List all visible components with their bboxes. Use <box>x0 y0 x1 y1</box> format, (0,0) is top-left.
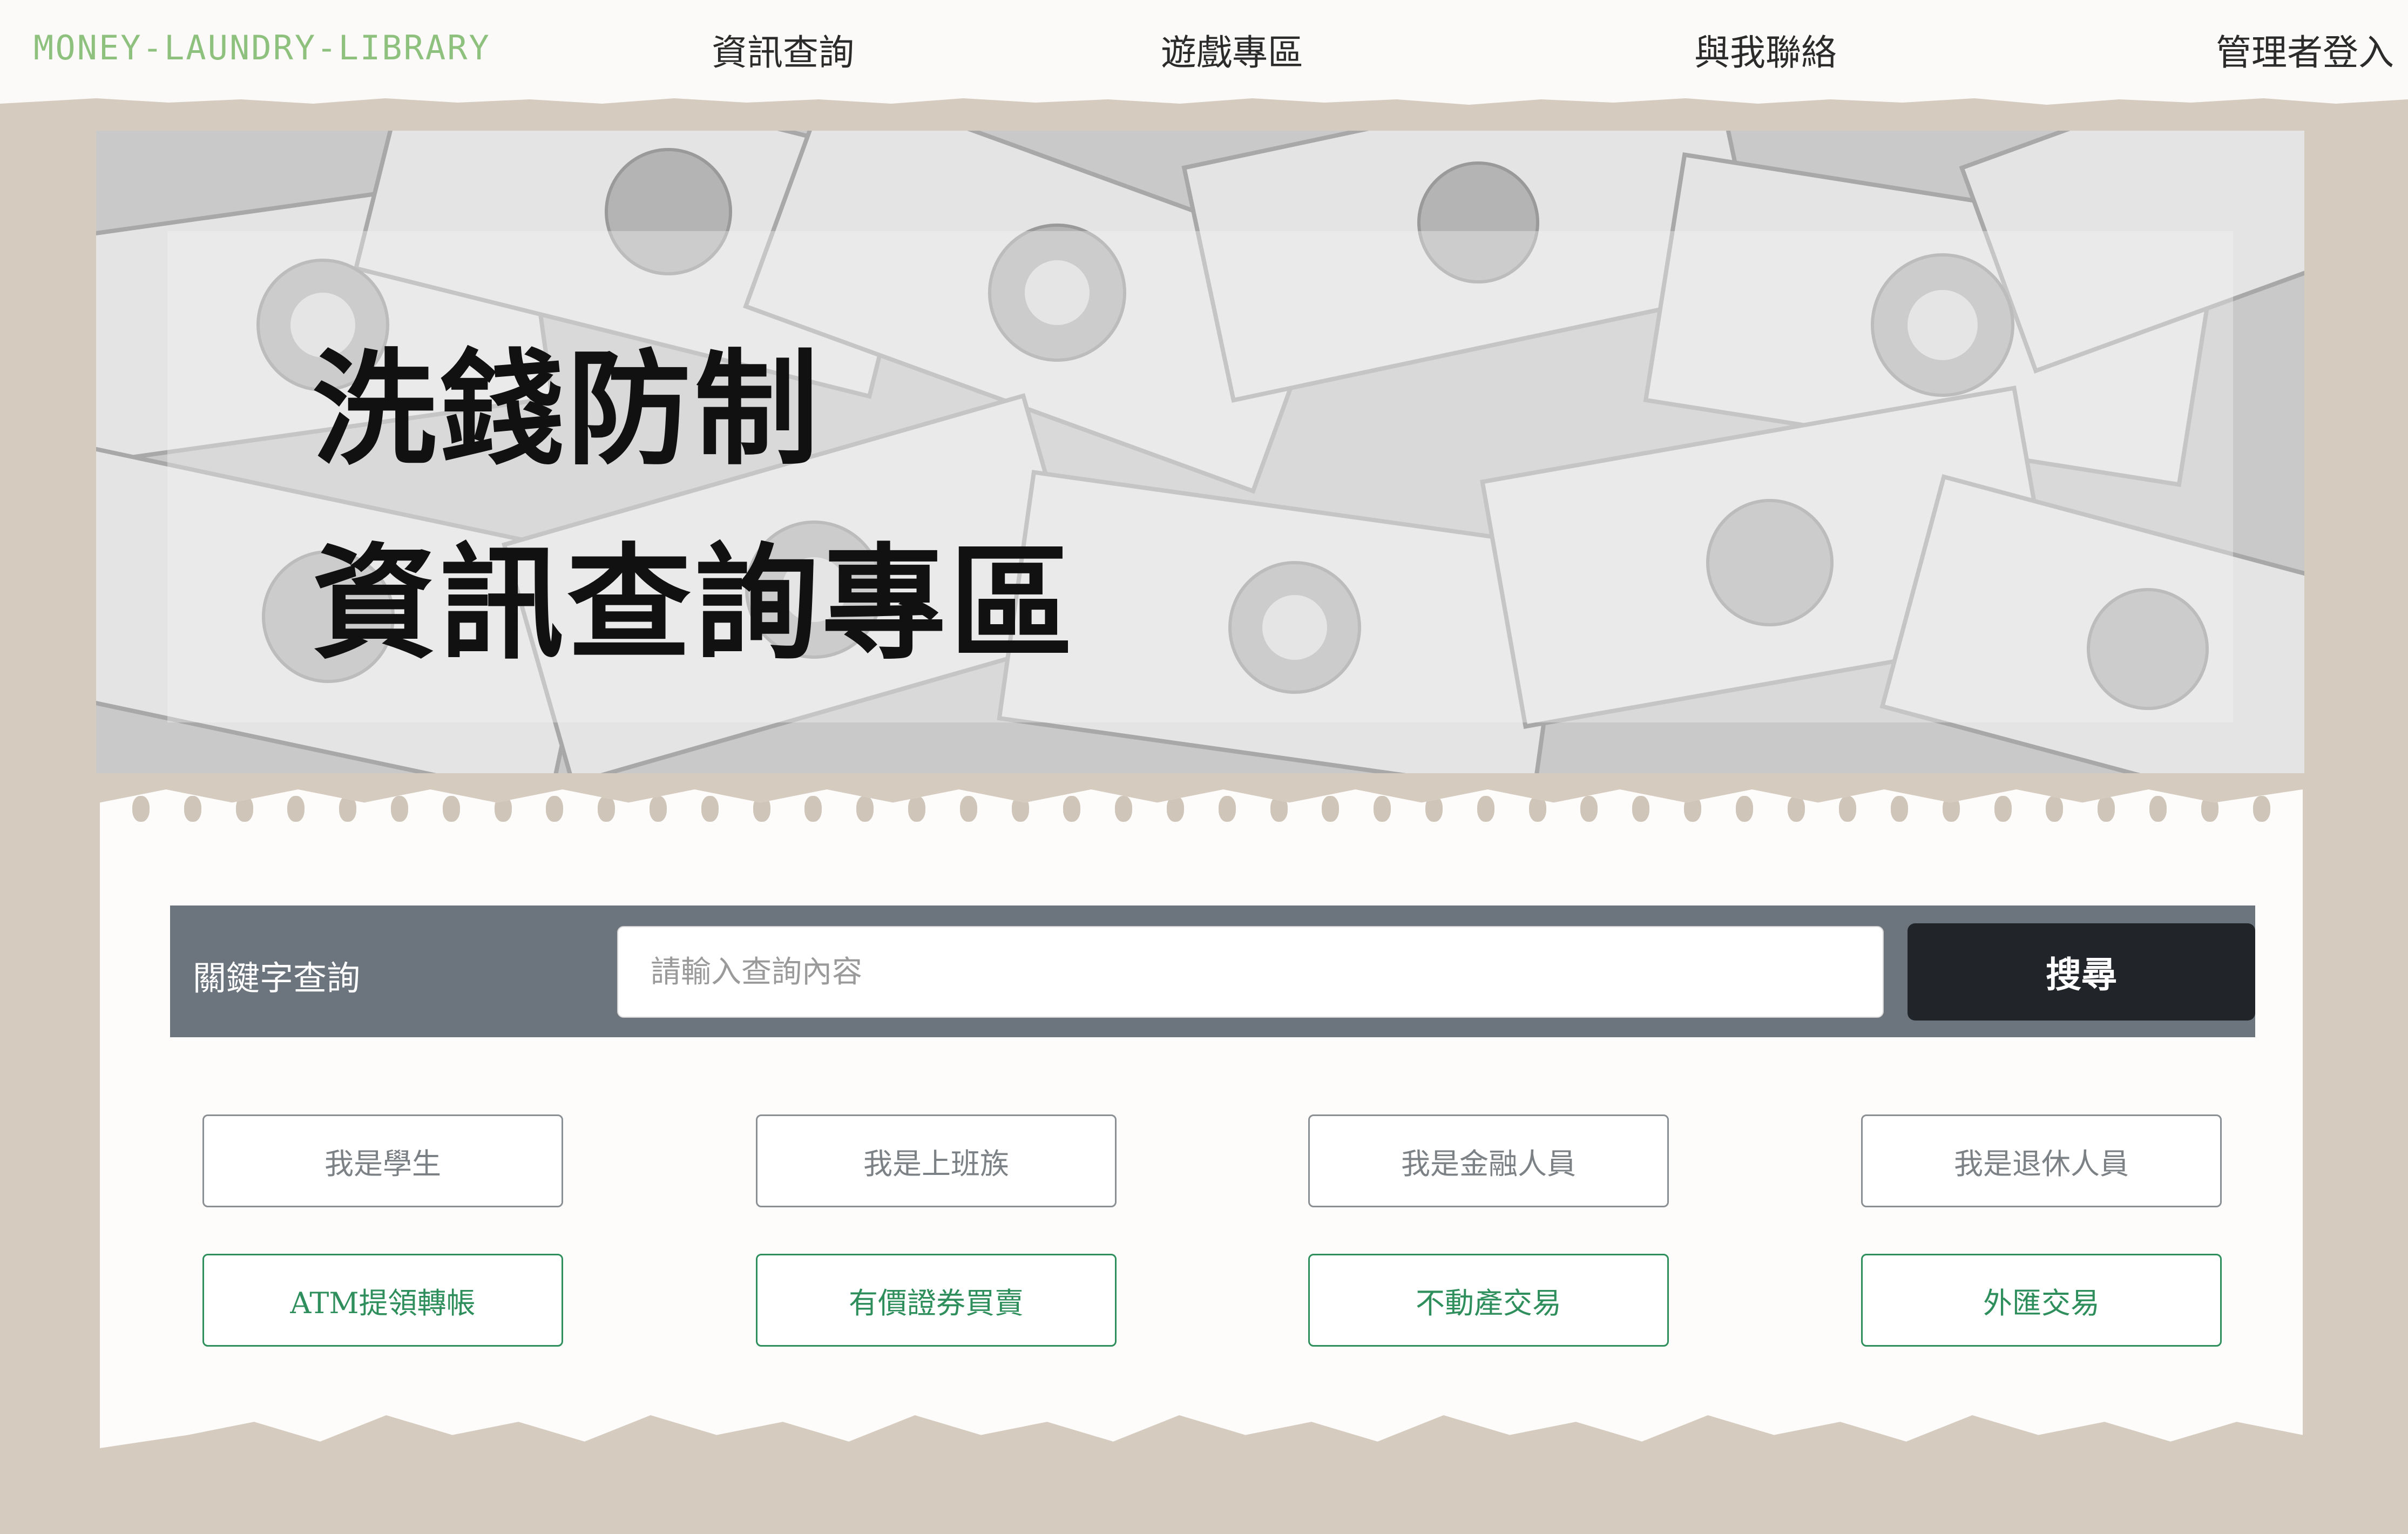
paper-punch-holes <box>132 796 2270 834</box>
search-input[interactable] <box>617 926 1884 1018</box>
top-nav: MONEY-LAUNDRY-LIBRARY 資訊查詢 遊戲專區 與我聯絡 管理者… <box>0 0 2408 105</box>
brand-logo[interactable]: MONEY-LAUNDRY-LIBRARY <box>33 28 491 67</box>
nav-link-info-search[interactable]: 資訊查詢 <box>712 24 854 76</box>
nav-link-games[interactable]: 遊戲專區 <box>1161 24 1303 76</box>
topic-button-real-estate[interactable]: 不動產交易 <box>1308 1254 1669 1347</box>
hero-title-line2: 資訊查詢專區 <box>312 531 1077 677</box>
nav-link-contact[interactable]: 與我聯絡 <box>1694 24 1837 76</box>
nav-link-admin-login[interactable]: 管理者登入 <box>2216 24 2394 76</box>
hero-title-line1: 洗錢防制 <box>312 336 822 482</box>
search-button[interactable]: 搜尋 <box>1908 923 2255 1021</box>
topic-button-atm-transfer[interactable]: ATM提領轉帳 <box>202 1254 563 1347</box>
topic-button-securities-trading[interactable]: 有價證券買賣 <box>756 1254 1117 1347</box>
search-panel: 關鍵字查詢 搜尋 我是學生 我是上班族 我是金融人員 我是退休人員 ATM提領轉… <box>100 789 2303 1448</box>
role-button-office-worker[interactable]: 我是上班族 <box>756 1114 1117 1207</box>
keyword-search-label: 關鍵字查詢 <box>193 958 361 998</box>
role-button-student[interactable]: 我是學生 <box>202 1114 563 1207</box>
topic-button-foreign-exchange[interactable]: 外匯交易 <box>1861 1254 2222 1347</box>
keyword-search-bar: 關鍵字查詢 搜尋 <box>170 905 2255 1037</box>
role-button-finance-staff[interactable]: 我是金融人員 <box>1308 1114 1669 1207</box>
role-button-retiree[interactable]: 我是退休人員 <box>1861 1114 2222 1207</box>
hero-banner: 洗錢防制 資訊查詢專區 <box>96 131 2304 773</box>
